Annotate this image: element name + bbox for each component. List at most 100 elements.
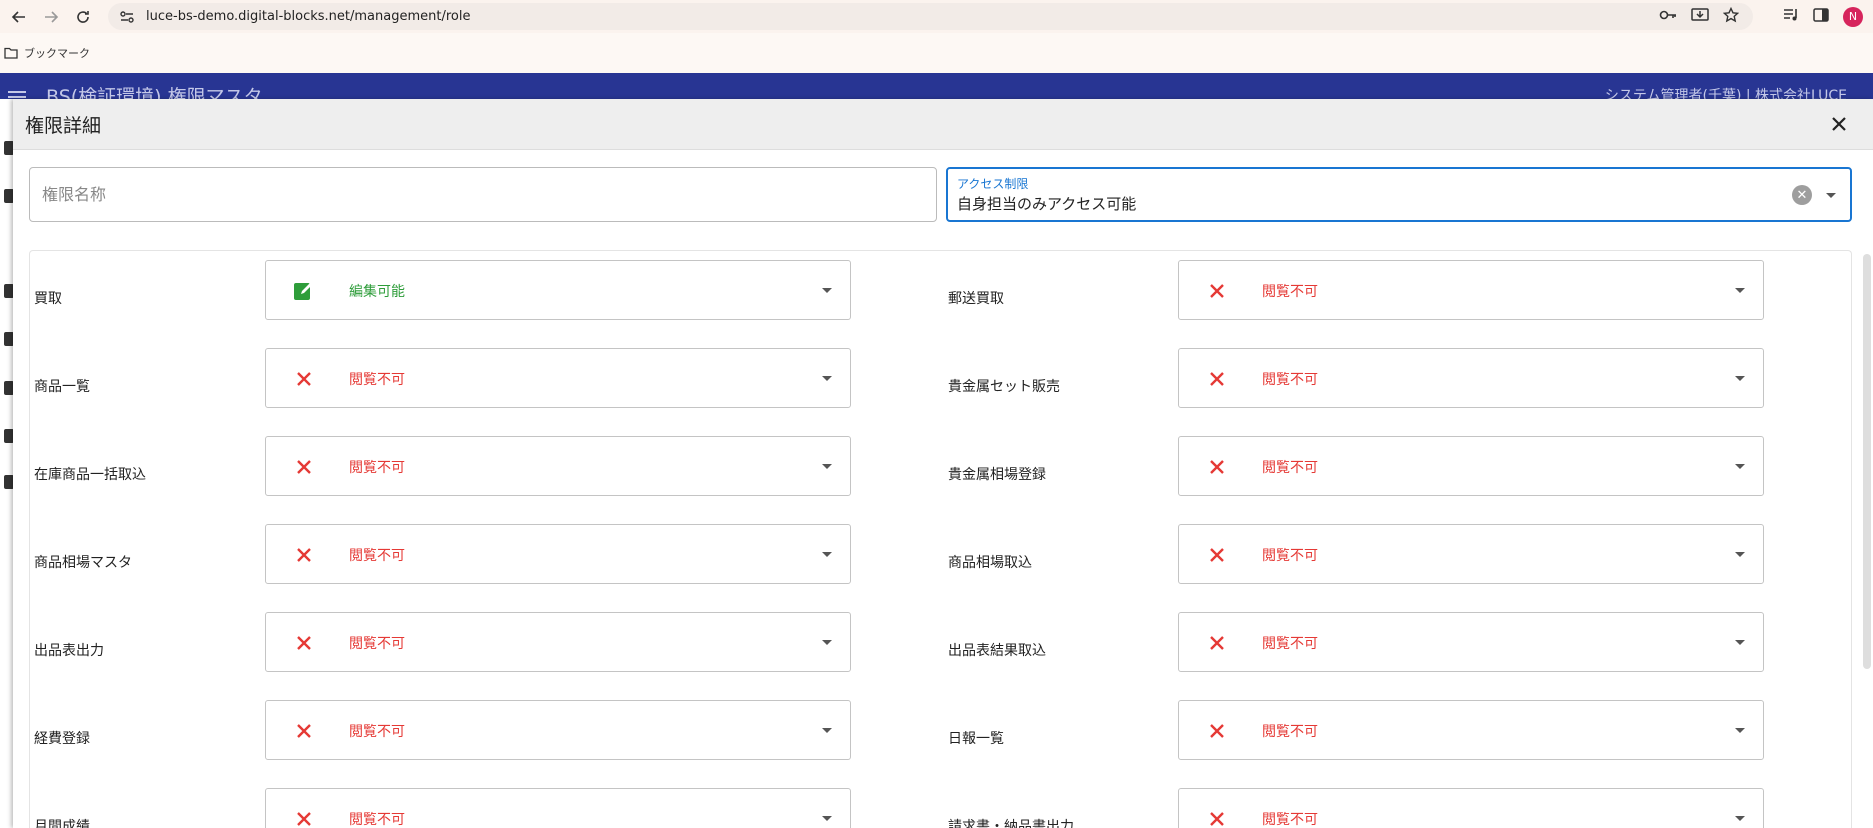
clear-icon[interactable]: ✕ bbox=[1792, 185, 1812, 205]
close-x-icon bbox=[1205, 279, 1229, 303]
permission-row: 経費登録 閲覧不可 日報一覧 閲覧不可 bbox=[30, 700, 1851, 760]
chevron-down-icon[interactable] bbox=[1735, 728, 1745, 733]
app-title: BS(検証環境) 権限マスタ bbox=[46, 86, 263, 99]
chevron-down-icon[interactable] bbox=[822, 376, 832, 381]
chevron-down-icon[interactable] bbox=[1735, 376, 1745, 381]
chevron-down-icon[interactable] bbox=[822, 816, 832, 821]
permission-row: 商品相場マスタ 閲覧不可 商品相場取込 閲覧不可 bbox=[30, 524, 1851, 584]
permission-value: 閲覧不可 bbox=[1262, 724, 1318, 740]
permission-select[interactable]: 閲覧不可 bbox=[1178, 348, 1764, 408]
side-panel-icon[interactable] bbox=[1813, 7, 1829, 26]
close-x-icon bbox=[1205, 455, 1229, 479]
site-settings-icon[interactable] bbox=[118, 8, 136, 26]
menu-icon[interactable] bbox=[8, 87, 26, 99]
permission-select[interactable]: 閲覧不可 bbox=[265, 700, 851, 760]
permission-label: 在庫商品一括取込 bbox=[34, 467, 146, 483]
permission-label: 請求書・納品書出力 bbox=[948, 819, 1074, 828]
close-x-icon bbox=[292, 455, 316, 479]
permission-row: 在庫商品一括取込 閲覧不可 貴金属相場登録 閲覧不可 bbox=[30, 436, 1851, 496]
chevron-down-icon[interactable] bbox=[1735, 288, 1745, 293]
permission-select[interactable]: 閲覧不可 bbox=[1178, 612, 1764, 672]
permission-value: 閲覧不可 bbox=[349, 636, 405, 652]
permission-select[interactable]: 閲覧不可 bbox=[265, 524, 851, 584]
install-app-icon[interactable] bbox=[1691, 7, 1709, 27]
close-x-icon bbox=[292, 631, 316, 655]
dialog-header: 権限詳細 bbox=[13, 99, 1873, 150]
bookmark-folder-label[interactable]: ブックマーク bbox=[24, 45, 90, 61]
permission-value: 閲覧不可 bbox=[1262, 812, 1318, 828]
permission-value: 閲覧不可 bbox=[349, 724, 405, 740]
permission-select[interactable]: 閲覧不可 bbox=[1178, 788, 1764, 828]
scrollbar-thumb[interactable] bbox=[1863, 254, 1871, 669]
permission-select[interactable]: 閲覧不可 bbox=[1178, 260, 1764, 320]
url-text[interactable]: luce-bs-demo.digital-blocks.net/manageme… bbox=[146, 9, 470, 24]
access-restriction-value[interactable]: 自身担当のみアクセス可能 bbox=[957, 193, 1136, 214]
close-x-icon bbox=[1205, 631, 1229, 655]
chevron-down-icon[interactable] bbox=[822, 640, 832, 645]
close-x-icon bbox=[292, 543, 316, 567]
folder-icon bbox=[4, 44, 18, 63]
app-header: BS(検証環境) 権限マスタ システム管理者(千葉) | 株式会社LUCE bbox=[0, 73, 1873, 99]
permission-select[interactable]: 閲覧不可 bbox=[1178, 700, 1764, 760]
close-x-icon bbox=[292, 719, 316, 743]
permission-label: 郵送買取 bbox=[948, 291, 1004, 307]
chevron-down-icon[interactable] bbox=[1735, 816, 1745, 821]
permission-label: 商品一覧 bbox=[34, 379, 90, 395]
arrow-left-icon bbox=[11, 10, 25, 23]
reload-button[interactable] bbox=[70, 4, 96, 30]
access-restriction-label: アクセス制限 bbox=[957, 177, 1029, 191]
permission-row: 出品表出力 閲覧不可 出品表結果取込 閲覧不可 bbox=[30, 612, 1851, 672]
chevron-down-icon[interactable] bbox=[1735, 640, 1745, 645]
permission-value: 編集可能 bbox=[349, 284, 405, 300]
role-name-field[interactable] bbox=[29, 167, 937, 222]
chevron-down-icon[interactable] bbox=[1735, 464, 1745, 469]
permission-list: 買取 編集可能 郵送買取 閲覧不可 商品一覧 閲覧不可 貴金属セット販売 閲覧不可 在庫商品一括… bbox=[29, 250, 1852, 828]
permission-value: 閲覧不可 bbox=[349, 812, 405, 828]
permission-label: 出品表結果取込 bbox=[948, 643, 1046, 659]
chevron-down-icon[interactable] bbox=[822, 728, 832, 733]
close-x-icon bbox=[1205, 367, 1229, 391]
forward-button[interactable] bbox=[38, 4, 64, 30]
arrow-right-icon bbox=[45, 10, 59, 23]
permission-select[interactable]: 閲覧不可 bbox=[1178, 436, 1764, 496]
reload-icon bbox=[77, 10, 89, 23]
profile-avatar[interactable]: N bbox=[1843, 6, 1863, 27]
permission-select[interactable]: 閲覧不可 bbox=[265, 436, 851, 496]
password-key-icon[interactable] bbox=[1659, 7, 1677, 26]
permission-row: 買取 編集可能 郵送買取 閲覧不可 bbox=[30, 260, 1851, 320]
chevron-down-icon[interactable] bbox=[1735, 552, 1745, 557]
close-button[interactable] bbox=[1827, 112, 1851, 136]
role-name-input[interactable] bbox=[30, 168, 936, 221]
chevron-down-icon[interactable] bbox=[822, 288, 832, 293]
address-bar[interactable]: luce-bs-demo.digital-blocks.net/manageme… bbox=[108, 3, 1753, 30]
close-x-icon bbox=[292, 807, 316, 828]
chevron-down-icon[interactable] bbox=[822, 464, 832, 469]
permission-select[interactable]: 閲覧不可 bbox=[265, 788, 851, 828]
permission-label: 日報一覧 bbox=[948, 731, 1004, 747]
close-x-icon bbox=[292, 367, 316, 391]
app-sidebar bbox=[0, 99, 14, 828]
bookmarks-bar: ブックマーク bbox=[0, 33, 1873, 73]
permission-select[interactable]: 閲覧不可 bbox=[265, 348, 851, 408]
close-x-icon bbox=[1205, 807, 1229, 828]
chevron-down-icon[interactable] bbox=[1826, 193, 1836, 198]
permission-row: 商品一覧 閲覧不可 貴金属セット販売 閲覧不可 bbox=[30, 348, 1851, 408]
permission-label: 経費登録 bbox=[34, 731, 90, 747]
permission-value: 閲覧不可 bbox=[1262, 460, 1318, 476]
permission-value: 閲覧不可 bbox=[349, 372, 405, 388]
permission-select[interactable]: 閲覧不可 bbox=[1178, 524, 1764, 584]
media-control-icon[interactable] bbox=[1783, 7, 1799, 26]
permission-label: 出品表出力 bbox=[34, 643, 104, 659]
scrollbar[interactable] bbox=[1859, 250, 1873, 828]
dialog-title: 権限詳細 bbox=[25, 115, 102, 137]
current-user[interactable]: システム管理者(千葉) | 株式会社LUCE bbox=[1605, 85, 1847, 99]
permission-label: 商品相場取込 bbox=[948, 555, 1032, 571]
permission-value: 閲覧不可 bbox=[349, 548, 405, 564]
permission-select[interactable]: 編集可能 bbox=[265, 260, 851, 320]
access-restriction-select[interactable]: アクセス制限 自身担当のみアクセス可能 ✕ bbox=[946, 167, 1852, 222]
chevron-down-icon[interactable] bbox=[822, 552, 832, 557]
back-button[interactable] bbox=[6, 4, 32, 30]
permission-select[interactable]: 閲覧不可 bbox=[265, 612, 851, 672]
bookmark-star-icon[interactable] bbox=[1722, 6, 1740, 27]
browser-toolbar: luce-bs-demo.digital-blocks.net/manageme… bbox=[0, 0, 1873, 33]
